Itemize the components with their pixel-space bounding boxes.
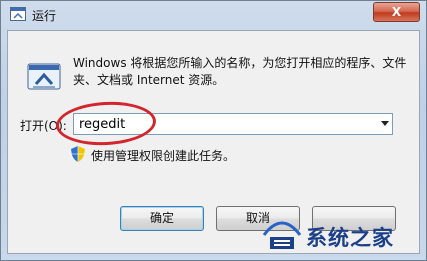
watermark: 系统之家 bbox=[262, 213, 427, 261]
description-text: Windows 将根据您所输入的名称，为您打开相应的程序、文件夹、文档或 Int… bbox=[73, 56, 407, 87]
watermark-text: 系统之家 bbox=[306, 226, 394, 250]
admin-note: 使用管理权限创建此任务。 bbox=[91, 149, 236, 163]
shield-icon bbox=[71, 146, 85, 162]
run-app-icon bbox=[10, 7, 26, 21]
open-label: 打开(O): bbox=[20, 119, 67, 133]
title-bar: 运行 X bbox=[1, 1, 426, 29]
open-input-value[interactable]: regedit bbox=[79, 117, 125, 132]
open-combobox[interactable]: regedit bbox=[73, 113, 393, 135]
watermark-logo-icon bbox=[262, 221, 302, 249]
close-button[interactable]: X bbox=[373, 2, 420, 22]
ok-button[interactable]: 确定 bbox=[120, 206, 204, 231]
chevron-down-icon[interactable] bbox=[381, 121, 389, 126]
window-title: 运行 bbox=[32, 9, 57, 23]
run-app-icon bbox=[27, 63, 61, 90]
